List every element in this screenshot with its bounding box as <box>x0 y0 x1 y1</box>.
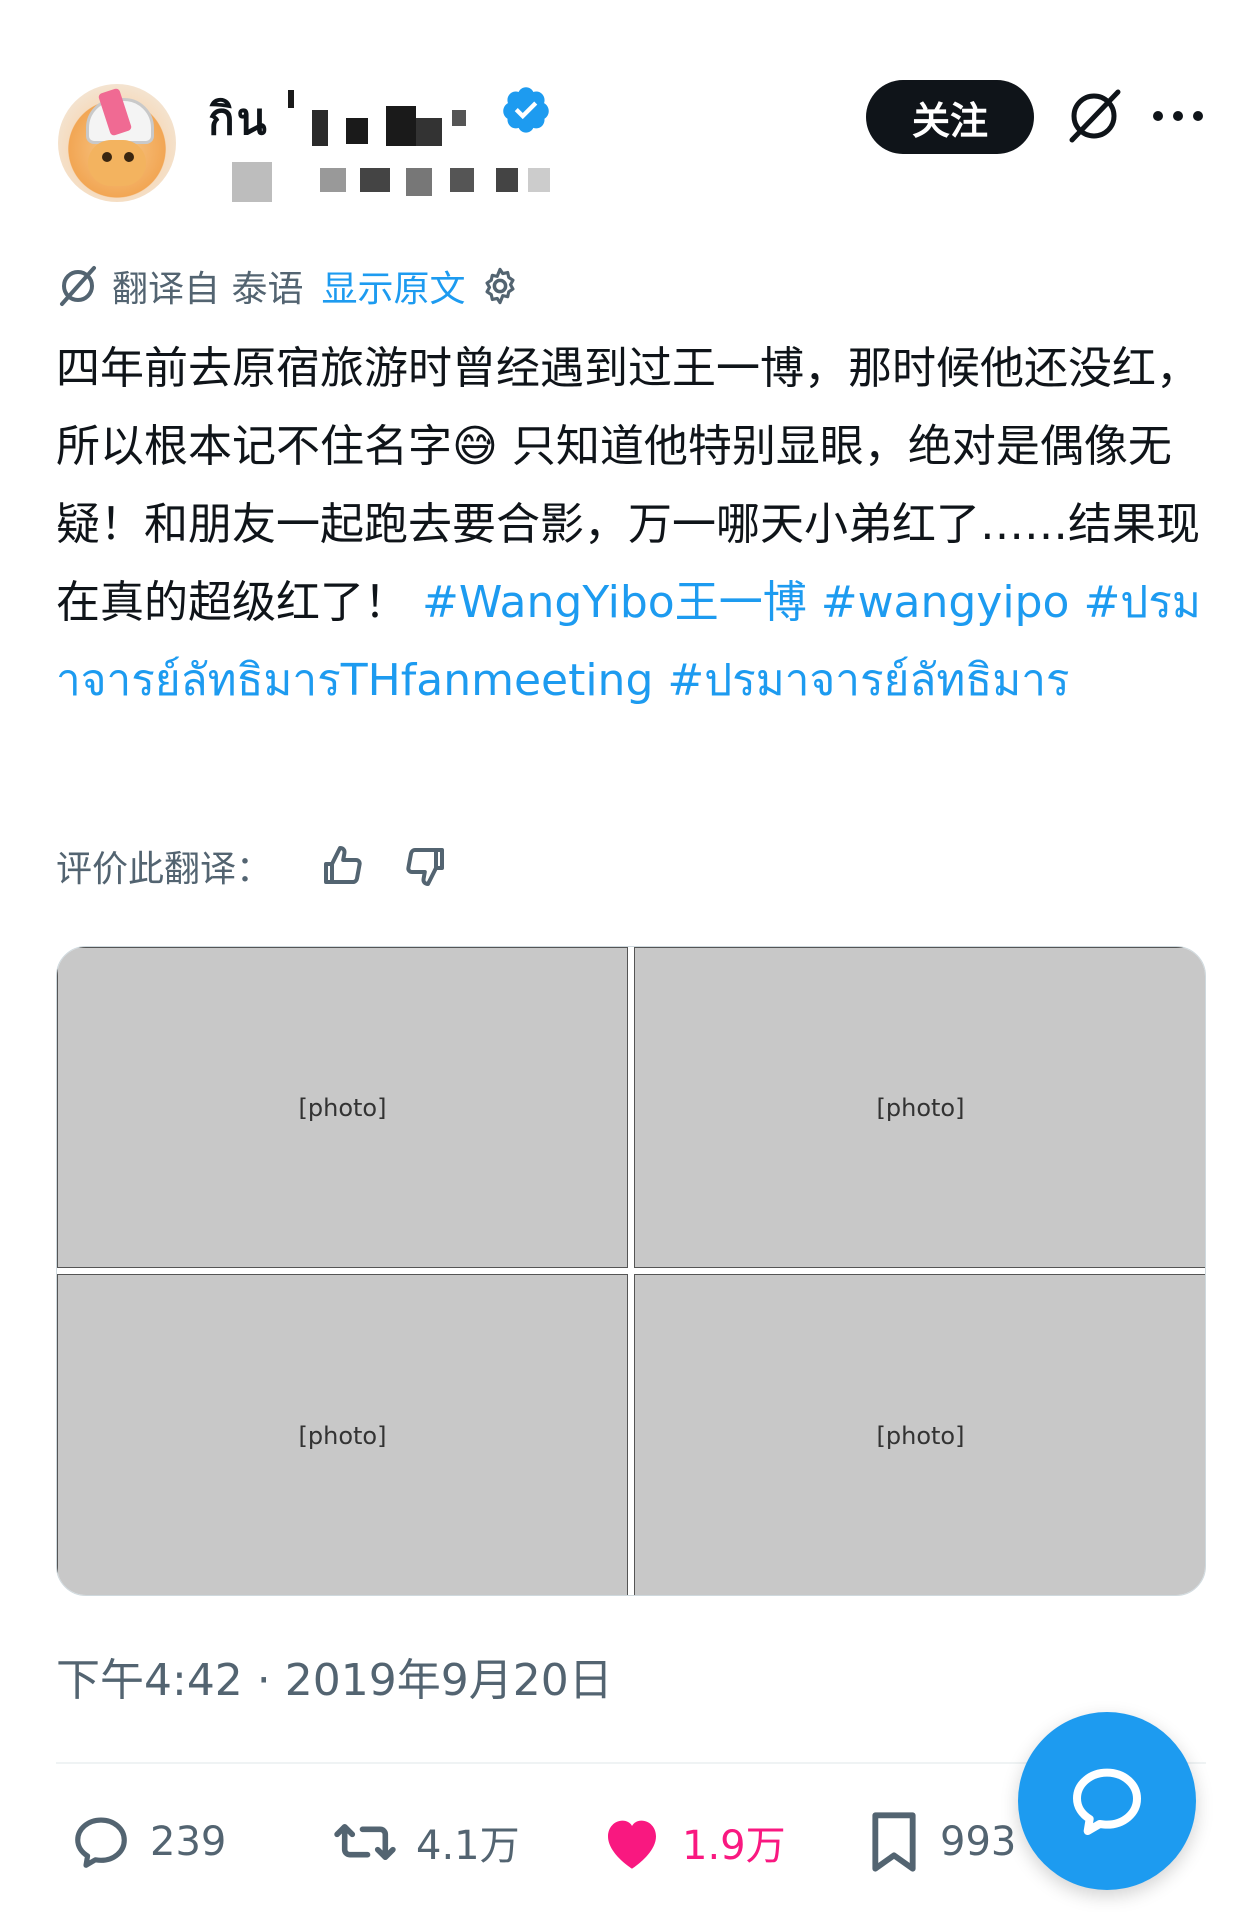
rate-translation-row: 评价此翻译： <box>56 836 450 896</box>
censored-handle <box>210 156 570 210</box>
follow-button[interactable]: 关注 <box>866 80 1034 154</box>
verified-badge-icon <box>503 87 549 133</box>
more-options-icon[interactable] <box>1150 96 1206 136</box>
translate-icon <box>60 266 96 306</box>
retweet-button[interactable]: 4.1万 <box>332 1812 520 1872</box>
thumbs-down-icon[interactable] <box>402 842 450 890</box>
show-original-link[interactable]: 显示原文 <box>321 260 465 312</box>
tweet-text: 四年前去原宿旅游时曾经遇到过王一博，那时候他还没红，所以根本记不住名字😅 只知道… <box>56 330 1206 720</box>
like-count: 1.9万 <box>682 1823 786 1869</box>
translation-row: 翻译自 泰语 显示原文 <box>56 258 521 314</box>
reply-count: 239 <box>150 1819 227 1865</box>
tweet-timestamp[interactable]: 下午4:42 · 2019年9月20日 <box>56 1644 613 1708</box>
floating-reply-button[interactable] <box>1018 1712 1196 1890</box>
retweet-icon <box>334 1823 396 1861</box>
photo-2[interactable]: [photo] <box>634 947 1205 1268</box>
media-grid[interactable]: [photo] [photo] [photo] [photo] <box>56 946 1206 1596</box>
reply-icon <box>75 1817 127 1868</box>
like-button[interactable]: 1.9万 <box>600 1812 786 1872</box>
bookmark-count: 993 <box>940 1819 1017 1865</box>
translation-source-label: 翻译自 泰语 <box>112 269 304 310</box>
photo-1[interactable]: [photo] <box>57 947 628 1268</box>
heart-icon <box>608 1820 656 1869</box>
reply-button[interactable]: 239 <box>70 1812 226 1872</box>
grok-icon[interactable] <box>1062 84 1126 148</box>
thumbs-up-icon[interactable] <box>318 842 366 890</box>
rate-translation-label: 评价此翻译： <box>56 849 273 890</box>
censored-name <box>282 84 492 148</box>
chat-bubble-icon <box>1073 1768 1141 1835</box>
author-display-name[interactable]: กิน <box>208 84 269 154</box>
bookmark-button[interactable]: 993 <box>866 1812 1016 1872</box>
bookmark-icon <box>872 1812 916 1872</box>
retweet-count: 4.1万 <box>416 1823 520 1869</box>
photo-4[interactable]: [photo] <box>634 1274 1205 1595</box>
author-avatar[interactable] <box>58 84 176 202</box>
photo-3[interactable]: [photo] <box>57 1274 628 1595</box>
translation-settings-icon[interactable] <box>479 265 521 307</box>
